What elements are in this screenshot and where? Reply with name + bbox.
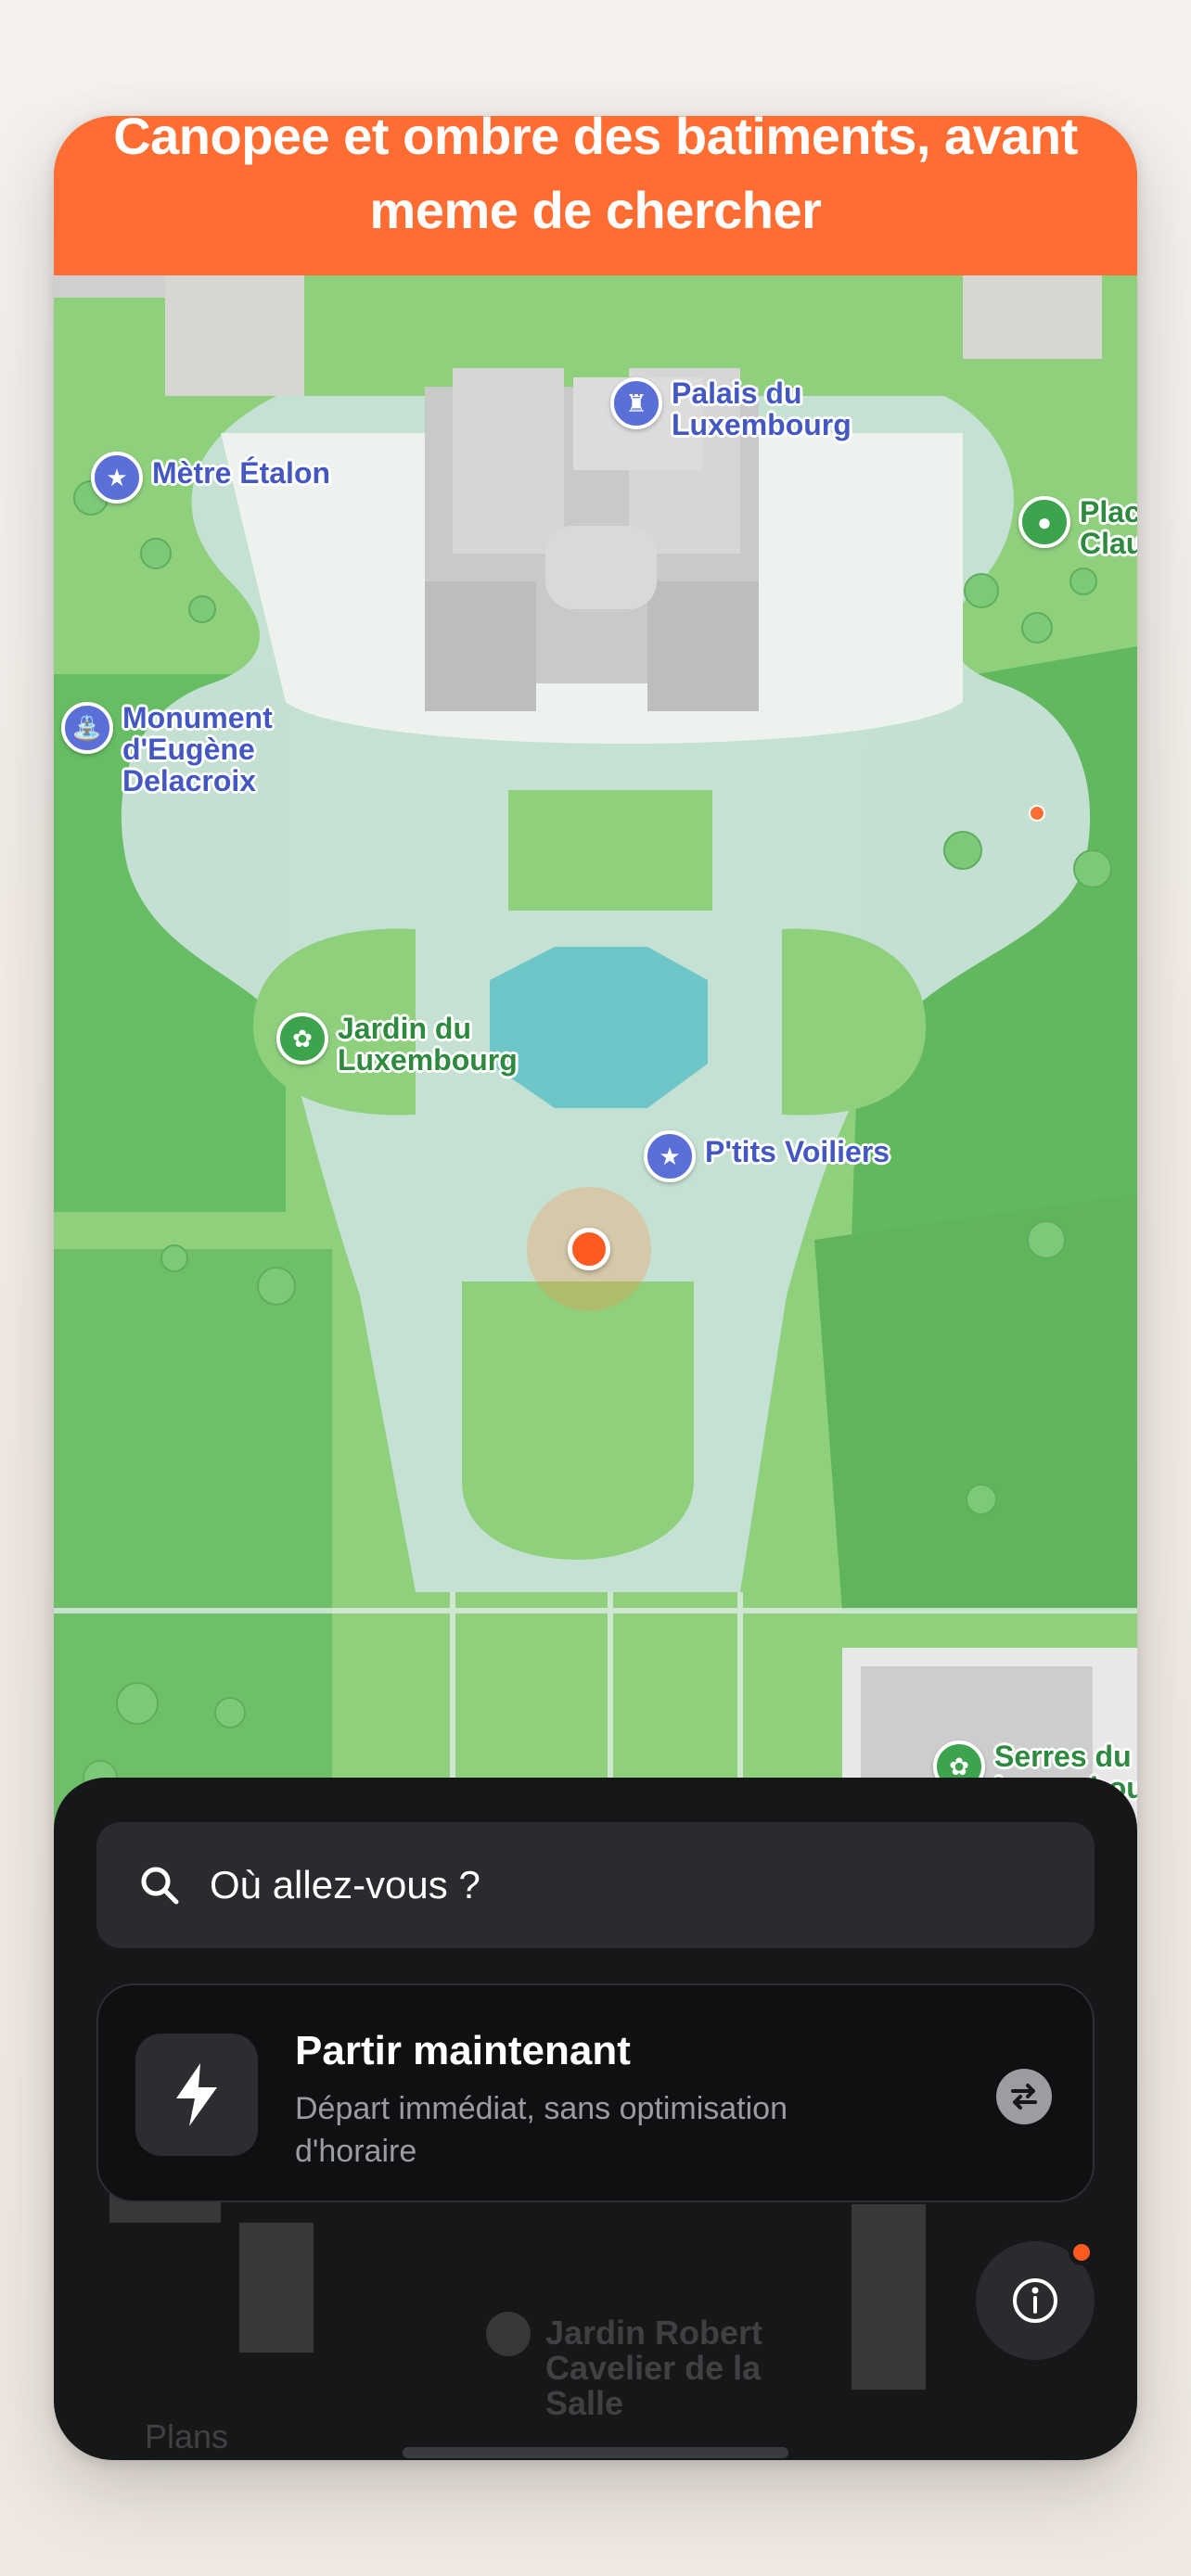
castle-icon: ♜	[610, 377, 662, 429]
search-bar[interactable]: Où allez-vous ?	[96, 1822, 1095, 1948]
banner: Canopee et ombre des batiments, avant me…	[54, 116, 1137, 275]
current-location-marker[interactable]	[527, 1187, 651, 1311]
maps-attribution: Plans	[145, 2417, 229, 2455]
poi-label: Jardin du Luxembourg	[338, 1012, 518, 1077]
poi-monument-delacroix[interactable]: ⛲ Monument d'Eugène Delacroix	[61, 702, 308, 797]
banner-title: Canopee et ombre des batiments, avant me…	[113, 116, 1078, 239]
poi-place-claudel[interactable]: ● Place Claudel	[1018, 496, 1137, 559]
poi-label: Place Claudel	[1080, 495, 1137, 560]
poi-label: Mètre Étalon	[152, 456, 331, 490]
poi-ptits-voiliers[interactable]: ★ P'tits Voiliers	[644, 1130, 890, 1182]
poi-label: Palais du Luxembourg	[672, 376, 852, 441]
home-indicator[interactable]	[403, 2447, 788, 2458]
current-location-dot	[568, 1228, 610, 1270]
depart-now-card[interactable]: Partir maintenant Départ immédiat, sans …	[96, 1983, 1095, 2202]
map-view[interactable]: ★ Mètre Étalon ♜ Palais du Luxembourg ● …	[54, 275, 1137, 1917]
star-icon: ★	[91, 452, 143, 504]
pin-icon: ●	[1018, 496, 1070, 548]
bottom-sheet: Où allez-vous ? Partir maintenant Départ…	[54, 1778, 1137, 2460]
card-title: Partir maintenant	[295, 2028, 631, 2073]
map-canvas	[54, 275, 1137, 1917]
swap-arrows-icon	[1011, 2084, 1037, 2110]
poi-label: P'tits Voiliers	[705, 1135, 890, 1168]
flower-icon: ✿	[276, 1013, 328, 1065]
app-window: Canopee et ombre des batiments, avant me…	[54, 116, 1137, 2460]
swap-button[interactable]	[996, 2069, 1052, 2124]
poi-jardin-du-luxembourg[interactable]: ✿ Jardin du Luxembourg	[276, 1013, 542, 1076]
info-icon	[1013, 2278, 1057, 2323]
bolt-icon-box	[135, 2034, 258, 2156]
fountain-icon: ⛲	[61, 702, 113, 754]
card-subtitle: Départ immédiat, sans optimisation d'hor…	[295, 2091, 788, 2169]
poi-palais-du-luxembourg[interactable]: ♜ Palais du Luxembourg	[610, 377, 885, 440]
poi-label: Monument d'Eugène Delacroix	[122, 701, 273, 797]
bolt-icon	[176, 2063, 217, 2126]
search-icon	[141, 1867, 179, 1905]
map-peek-label: Jardin Robert Cavelier de la Salle	[545, 2314, 763, 2422]
notification-dot	[1069, 2239, 1095, 2265]
search-input[interactable]: Où allez-vous ?	[210, 1863, 480, 1907]
poi-metre-etalon[interactable]: ★ Mètre Étalon	[91, 452, 330, 504]
star-icon: ★	[644, 1130, 696, 1182]
